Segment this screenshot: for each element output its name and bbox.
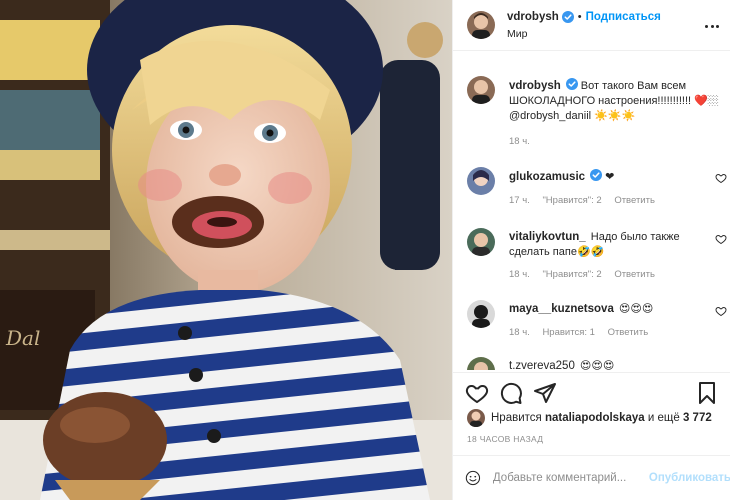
comment-item: maya__kuznetsova 😍😍😍 18 ч. Нравится: 1 О… — [467, 300, 727, 350]
comment-likes[interactable]: "Нравится": 2 — [542, 195, 601, 206]
caption-item: vdrobysh Вот такого Вам всем ШОКОЛАДНОГО … — [467, 76, 727, 156]
comment-body: vitaliykovtun_ Надо было также сделать п… — [509, 230, 709, 260]
comment-username[interactable]: glukozamusic — [509, 171, 585, 183]
author-username[interactable]: vdrobysh — [507, 11, 559, 23]
comment-username[interactable]: vitaliykovtun_ — [509, 231, 586, 243]
comment-like-heart-icon[interactable] — [715, 305, 727, 317]
comment-time[interactable]: 17 ч. — [509, 195, 530, 206]
commenter-avatar[interactable] — [467, 300, 495, 328]
commenter-avatar[interactable] — [467, 167, 495, 195]
author-avatar[interactable] — [467, 11, 495, 39]
add-comment-bar: Опубликовать — [453, 455, 730, 500]
likes-count[interactable]: 3 772 — [683, 412, 712, 424]
comments-list[interactable]: vdrobysh Вот такого Вам всем ШОКОЛАДНОГО … — [453, 52, 730, 370]
likes-suffix: и ещё — [647, 412, 680, 424]
post-header-meta: vdrobysh • Подписаться Мир — [507, 10, 661, 40]
comment-like-heart-icon[interactable] — [715, 233, 727, 245]
verified-badge-icon — [590, 169, 603, 181]
comment-item: t.zvereva250 😍😍😍 — [467, 357, 727, 370]
paper-plane-icon[interactable] — [533, 381, 557, 405]
heart-icon[interactable] — [465, 381, 489, 405]
comment-like-heart-icon[interactable] — [715, 172, 727, 184]
commenter-avatar[interactable] — [467, 357, 495, 370]
comment-likes[interactable]: "Нравится": 2 — [542, 269, 601, 280]
reply-button[interactable]: Ответить — [614, 269, 655, 280]
comment-input[interactable] — [492, 472, 643, 484]
comment-text: ❤ — [605, 171, 615, 183]
commenter-avatar[interactable] — [467, 228, 495, 256]
more-options-icon[interactable] — [705, 20, 719, 32]
comment-text: 😍😍😍 — [618, 303, 654, 315]
photo-illustration: Dal — [0, 0, 452, 500]
author-avatar-image — [467, 11, 495, 39]
verified-badge-icon — [565, 78, 578, 90]
comment-icon[interactable] — [499, 381, 523, 405]
likes-prefix: Нравится — [491, 412, 542, 424]
comment-likes[interactable]: Нравится: 1 — [542, 327, 594, 338]
svg-text:Dal: Dal — [5, 326, 40, 350]
comment-body: maya__kuznetsova 😍😍😍 — [509, 302, 709, 317]
caption-body: vdrobysh Вот такого Вам всем ШОКОЛАДНОГО … — [509, 78, 719, 124]
caption-time[interactable]: 18 ч. — [509, 136, 530, 147]
comment-meta: 18 ч. "Нравится": 2 Ответить — [509, 269, 665, 280]
caption-username[interactable]: vdrobysh — [509, 80, 561, 92]
reply-button[interactable]: Ответить — [608, 327, 649, 338]
reply-button[interactable]: Ответить — [614, 195, 655, 206]
comment-text: 😍😍😍 — [579, 360, 615, 370]
header-separator: • — [577, 10, 582, 23]
comment-body: glukozamusic ❤ — [509, 169, 709, 185]
commenter-avatar-image — [467, 300, 495, 328]
comment-meta: 17 ч. "Нравится": 2 Ответить — [509, 195, 665, 206]
caption-avatar[interactable] — [467, 76, 495, 104]
comment-time[interactable]: 18 ч. — [509, 269, 530, 280]
post-location[interactable]: Мир — [507, 28, 661, 40]
comment-username[interactable]: t.zvereva250 — [509, 360, 575, 370]
post-time-ago[interactable]: 18 ЧАСОВ НАЗАД — [467, 434, 543, 444]
verified-badge-icon — [561, 10, 574, 23]
commenter-avatar-image — [467, 357, 495, 370]
caption-avatar-image — [467, 76, 495, 104]
commenter-avatar-image — [467, 167, 495, 195]
comment-item: vitaliykovtun_ Надо было также сделать п… — [467, 228, 727, 288]
comment-item: glukozamusic ❤ 17 ч. "Нравится": 2 Ответи… — [467, 167, 727, 217]
bookmark-icon[interactable] — [695, 381, 719, 405]
follow-button[interactable]: Подписаться — [586, 11, 661, 23]
comment-username[interactable]: maya__kuznetsova — [509, 303, 614, 315]
liker-username[interactable]: nataliapodolskaya — [545, 412, 645, 424]
likes-summary[interactable]: Нравится nataliapodolskaya и ещё 3 772 — [467, 409, 712, 427]
post-side-panel: vdrobysh • Подписаться Мир vdrobysh Вот … — [452, 0, 730, 500]
post-photo[interactable]: Dal — [0, 0, 452, 500]
comment-time[interactable]: 18 ч. — [509, 327, 530, 338]
smiley-icon[interactable] — [465, 467, 481, 489]
instagram-post-view: Dal vdrobysh • Подписаться Мир vdrobysh … — [0, 0, 730, 500]
commenter-avatar-image — [467, 228, 495, 256]
comment-meta: 18 ч. Нравится: 1 Ответить — [509, 327, 658, 338]
liker-avatar — [467, 409, 485, 427]
caption-meta: 18 ч. — [509, 136, 540, 147]
comment-body: t.zvereva250 😍😍😍 — [509, 359, 709, 370]
liker-avatar-image — [467, 409, 485, 427]
post-header: vdrobysh • Подписаться Мир — [453, 0, 730, 51]
publish-button[interactable]: Опубликовать — [649, 472, 730, 484]
post-action-bar — [453, 372, 730, 412]
